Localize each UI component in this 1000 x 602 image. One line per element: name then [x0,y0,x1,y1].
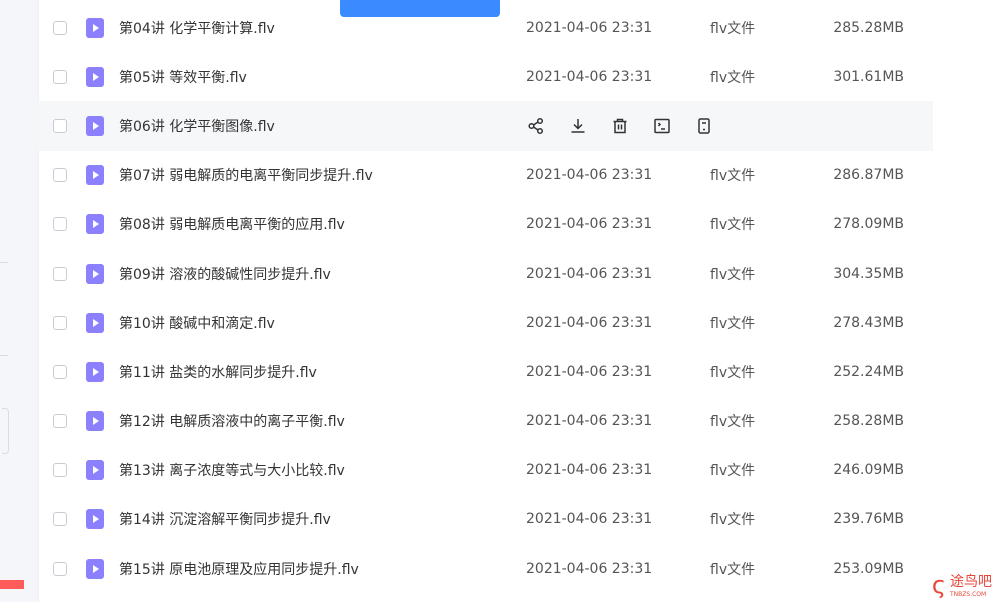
file-name[interactable]: 第15讲 原电池原理及应用同步提升.flv [119,559,359,579]
file-list: 第04讲 化学平衡计算.flv 2021-04-06 23:31 flv文件 285.… [38,3,933,593]
more-icon[interactable] [694,116,714,136]
file-row[interactable]: 第12讲 电解质溶液中的离子平衡.flv 2021-04-06 23:31 flv文… [38,397,933,446]
video-file-icon [86,411,104,432]
file-row[interactable]: 第05讲 等效平衡.flv 2021-04-06 23:31 flv文件 301.61… [38,52,933,101]
file-row[interactable]: 第13讲 离子浓度等式与大小比较.flv 2021-04-06 23:31 flv文… [38,446,933,495]
file-row[interactable]: 第14讲 沉淀溶解平衡同步提升.flv 2021-04-06 23:31 flv文件… [38,495,933,544]
file-row[interactable]: 第10讲 酸碱中和滴定.flv 2021-04-06 23:31 flv文件 278.… [38,298,933,347]
file-name[interactable]: 第11讲 盐类的水解同步提升.flv [119,362,317,382]
video-file-icon [86,66,104,87]
watermark-logo: ς 途鸟吧 TNBZS.COM [931,570,992,599]
file-date: 2021-04-06 23:31 [526,560,653,577]
row-checkbox[interactable] [53,561,67,576]
file-row[interactable]: 第06讲 化学平衡图像.flv [38,101,933,151]
sidebar-divider [0,262,8,263]
video-file-icon [86,17,104,38]
file-type: flv文件 [710,512,756,529]
file-type: flv文件 [710,561,756,578]
file-date: 2021-04-06 23:31 [526,167,653,184]
watermark-subtext: TNBZS.COM [950,591,987,598]
row-checkbox[interactable] [53,168,67,183]
row-checkbox[interactable] [53,463,67,478]
row-checkbox[interactable] [53,266,67,281]
left-sidebar [0,0,39,602]
file-date: 2021-04-06 23:31 [526,314,653,331]
row-checkbox[interactable] [53,414,67,429]
file-name[interactable]: 第04讲 化学平衡计算.flv [119,18,275,38]
file-name[interactable]: 第06讲 化学平衡图像.flv [119,116,275,136]
file-name[interactable]: 第10讲 酸碱中和滴定.flv [119,313,275,333]
file-size: 239.76MB [833,511,904,528]
video-file-icon [86,263,104,284]
file-size: 301.61MB [833,68,904,85]
file-date: 2021-04-06 23:31 [526,363,653,380]
file-type: flv文件 [710,315,756,332]
row-checkbox[interactable] [53,217,67,232]
video-file-icon [86,558,104,579]
file-date: 2021-04-06 23:31 [526,462,653,479]
file-type: flv文件 [710,69,756,86]
file-size: 246.09MB [833,462,904,479]
file-date: 2021-04-06 23:31 [526,265,653,282]
file-name[interactable]: 第13讲 离子浓度等式与大小比较.flv [119,460,345,480]
row-checkbox[interactable] [53,118,67,133]
file-row[interactable]: 第04讲 化学平衡计算.flv 2021-04-06 23:31 flv文件 285.… [38,3,933,52]
file-type: flv文件 [710,20,756,37]
watermark-swirl-icon: ς [931,570,946,599]
delete-icon[interactable] [610,116,630,136]
row-actions [526,116,714,136]
file-size: 285.28MB [833,19,904,36]
file-type: flv文件 [710,217,756,234]
video-file-icon [86,361,104,382]
file-row[interactable]: 第15讲 原电池原理及应用同步提升.flv 2021-04-06 23:31 flv… [38,544,933,593]
file-date: 2021-04-06 23:31 [526,511,653,528]
file-row[interactable]: 第11讲 盐类的水解同步提升.flv 2021-04-06 23:31 flv文件 2… [38,347,933,396]
file-size: 252.24MB [833,363,904,380]
file-type: flv文件 [710,414,756,431]
file-name[interactable]: 第14讲 沉淀溶解平衡同步提升.flv [119,509,331,529]
file-date: 2021-04-06 23:31 [526,216,653,233]
file-row[interactable]: 第08讲 弱电解质电离平衡的应用.flv 2021-04-06 23:31 flv文… [38,200,933,249]
row-checkbox[interactable] [53,315,67,330]
video-file-icon [86,460,104,481]
file-size: 278.09MB [833,216,904,233]
storage-usage-bar [0,580,24,589]
row-checkbox[interactable] [53,364,67,379]
file-name[interactable]: 第08讲 弱电解质电离平衡的应用.flv [119,214,345,234]
file-type: flv文件 [710,168,756,185]
file-date: 2021-04-06 23:31 [526,68,653,85]
file-type: flv文件 [710,463,756,480]
file-type: flv文件 [710,266,756,283]
file-row[interactable]: 第07讲 弱电解质的电离平衡同步提升.flv 2021-04-06 23:31 fl… [38,151,933,200]
file-size: 278.43MB [833,314,904,331]
file-name[interactable]: 第07讲 弱电解质的电离平衡同步提升.flv [119,165,373,185]
row-checkbox[interactable] [53,20,67,35]
file-name[interactable]: 第09讲 溶液的酸碱性同步提升.flv [119,264,331,284]
file-type: flv文件 [710,364,756,381]
sidebar-collapse-handle[interactable] [2,408,9,454]
file-size: 304.35MB [833,265,904,282]
download-icon[interactable] [568,116,588,136]
file-date: 2021-04-06 23:31 [526,19,653,36]
file-date: 2021-04-06 23:31 [526,413,653,430]
file-name[interactable]: 第05讲 等效平衡.flv [119,67,247,87]
video-file-icon [86,115,104,136]
file-size: 258.28MB [833,413,904,430]
video-file-icon [86,312,104,333]
file-size: 286.87MB [833,167,904,184]
share-icon[interactable] [526,116,546,136]
file-name[interactable]: 第12讲 电解质溶液中的离子平衡.flv [119,411,345,431]
watermark-text: 途鸟吧 [950,574,992,590]
file-row[interactable]: 第09讲 溶液的酸碱性同步提升.flv 2021-04-06 23:31 flv文件… [38,249,933,298]
rename-icon[interactable] [652,116,672,136]
video-file-icon [86,509,104,530]
sidebar-divider [0,355,8,356]
video-file-icon [86,165,104,186]
video-file-icon [86,214,104,235]
row-checkbox[interactable] [53,69,67,84]
row-checkbox[interactable] [53,512,67,527]
file-size: 253.09MB [833,560,904,577]
